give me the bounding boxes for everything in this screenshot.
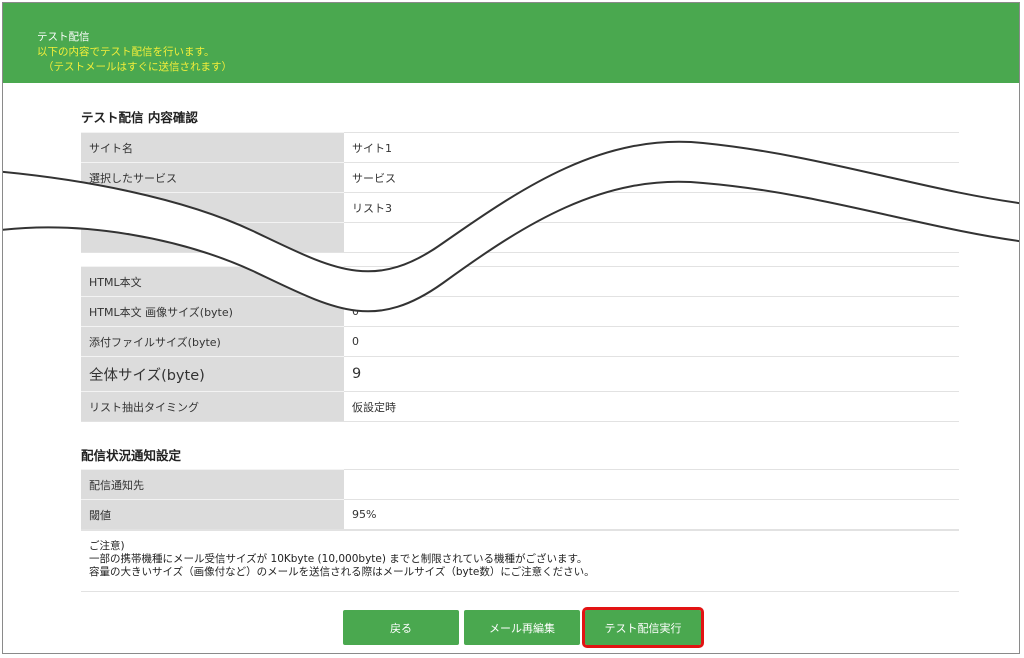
app-frame: テスト配信 以下の内容でテスト配信を行います。 （テストメールはすぐに送信されま… bbox=[2, 2, 1020, 654]
omission-wave bbox=[3, 140, 1019, 313]
